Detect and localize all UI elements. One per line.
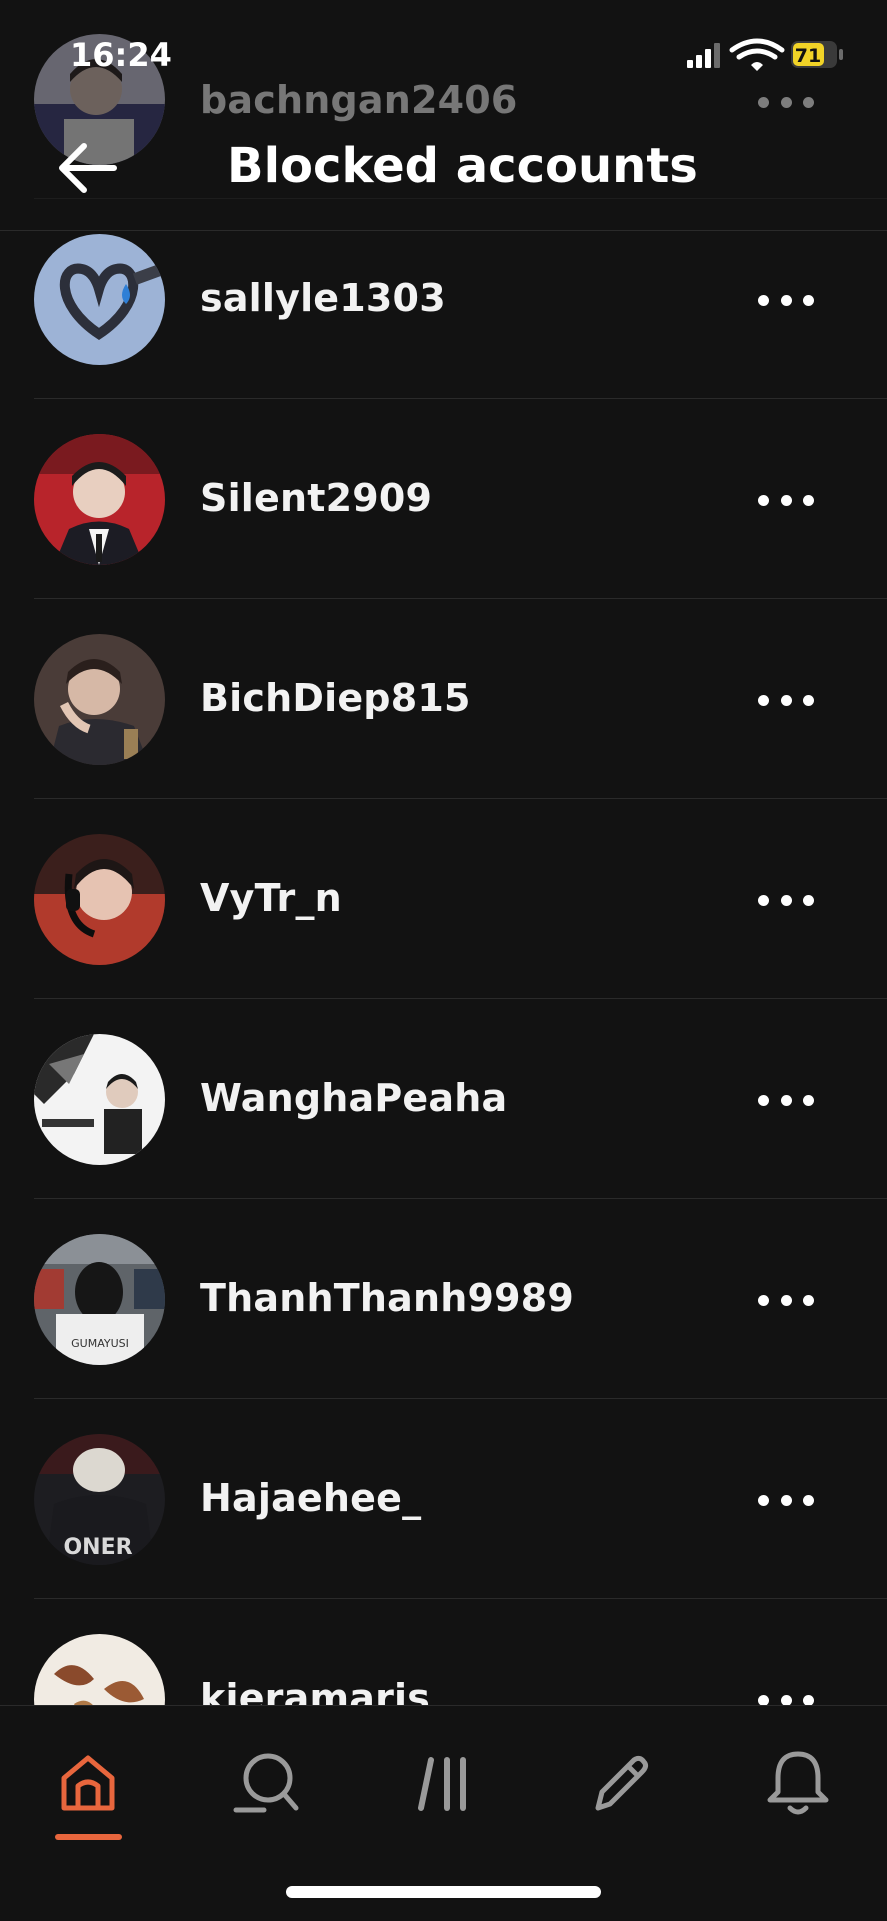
avatar[interactable]: ONER [34, 1434, 165, 1565]
page-title: Blocked accounts [227, 138, 698, 194]
search-icon [233, 1753, 299, 1813]
more-options-button[interactable] [758, 486, 814, 514]
avatar-image: ONER [34, 1434, 165, 1565]
compose-icon [595, 1755, 649, 1811]
nav-search-button[interactable] [226, 1744, 306, 1824]
list-item[interactable]: Silent2909 [0, 400, 887, 599]
username: BichDiep815 [200, 676, 471, 720]
bottom-nav [0, 1705, 887, 1921]
list-item[interactable]: ONER Hajaehee_ [0, 1400, 887, 1599]
avatar[interactable] [34, 434, 165, 565]
list-item[interactable]: VyTr_n [0, 800, 887, 999]
more-options-button[interactable] [758, 286, 814, 314]
wifi-icon [729, 38, 785, 71]
divider [34, 1598, 887, 1599]
username: Hajaehee_ [200, 1476, 422, 1520]
avatar[interactable]: GUMAYUSI [34, 1234, 165, 1365]
more-options-button[interactable] [758, 1086, 814, 1114]
avatar[interactable] [34, 1034, 165, 1165]
username: WanghaPeaha [200, 1076, 508, 1120]
list-item[interactable]: WanghaPeaha [0, 1000, 887, 1199]
header: 16:24 71 Blocked accounts [0, 0, 887, 200]
divider [34, 598, 887, 599]
more-options-button[interactable] [758, 686, 814, 714]
username: sallyle1303 [200, 276, 446, 320]
more-options-button[interactable] [758, 1486, 814, 1514]
avatar-image [34, 634, 165, 765]
avatar[interactable] [34, 234, 165, 365]
avatar[interactable] [34, 634, 165, 765]
status-time: 16:24 [70, 36, 172, 74]
active-tab-indicator [55, 1834, 122, 1840]
nav-notifications-button[interactable] [758, 1744, 838, 1824]
divider [34, 998, 887, 999]
divider [34, 1198, 887, 1199]
home-indicator[interactable] [286, 1886, 601, 1898]
avatar-image: GUMAYUSI [34, 1234, 165, 1365]
avatar-image [34, 1034, 165, 1165]
more-options-button[interactable] [758, 886, 814, 914]
avatar-image [34, 834, 165, 965]
divider [34, 398, 887, 399]
signal-icon [687, 43, 720, 68]
home-icon [61, 1755, 115, 1811]
username: Silent2909 [200, 476, 433, 520]
jersey-text: ONER [63, 1535, 132, 1560]
header-bottom-fade [0, 200, 887, 231]
arrow-left-icon [59, 143, 117, 193]
battery-level: 71 [795, 45, 821, 67]
divider [34, 798, 887, 799]
more-options-button[interactable] [758, 1286, 814, 1314]
status-icons: 71 [685, 38, 845, 72]
battery-icon: 71 [791, 41, 843, 68]
list-item[interactable]: GUMAYUSI ThanhThanh9989 [0, 1200, 887, 1399]
nav-compose-button[interactable] [580, 1744, 660, 1824]
avatar-image [34, 234, 165, 365]
divider [34, 1398, 887, 1399]
list-item[interactable]: BichDiep815 [0, 600, 887, 799]
avatar[interactable] [34, 834, 165, 965]
jersey-text: GUMAYUSI [71, 1337, 129, 1350]
notifications-icon [767, 1751, 829, 1815]
avatar-image [34, 434, 165, 565]
username: VyTr_n [200, 876, 342, 920]
nav-feed-button[interactable] [405, 1744, 485, 1824]
feed-icon [418, 1757, 466, 1811]
username: ThanhThanh9989 [200, 1276, 575, 1320]
nav-home-button[interactable] [48, 1744, 128, 1824]
back-button[interactable] [56, 140, 120, 196]
